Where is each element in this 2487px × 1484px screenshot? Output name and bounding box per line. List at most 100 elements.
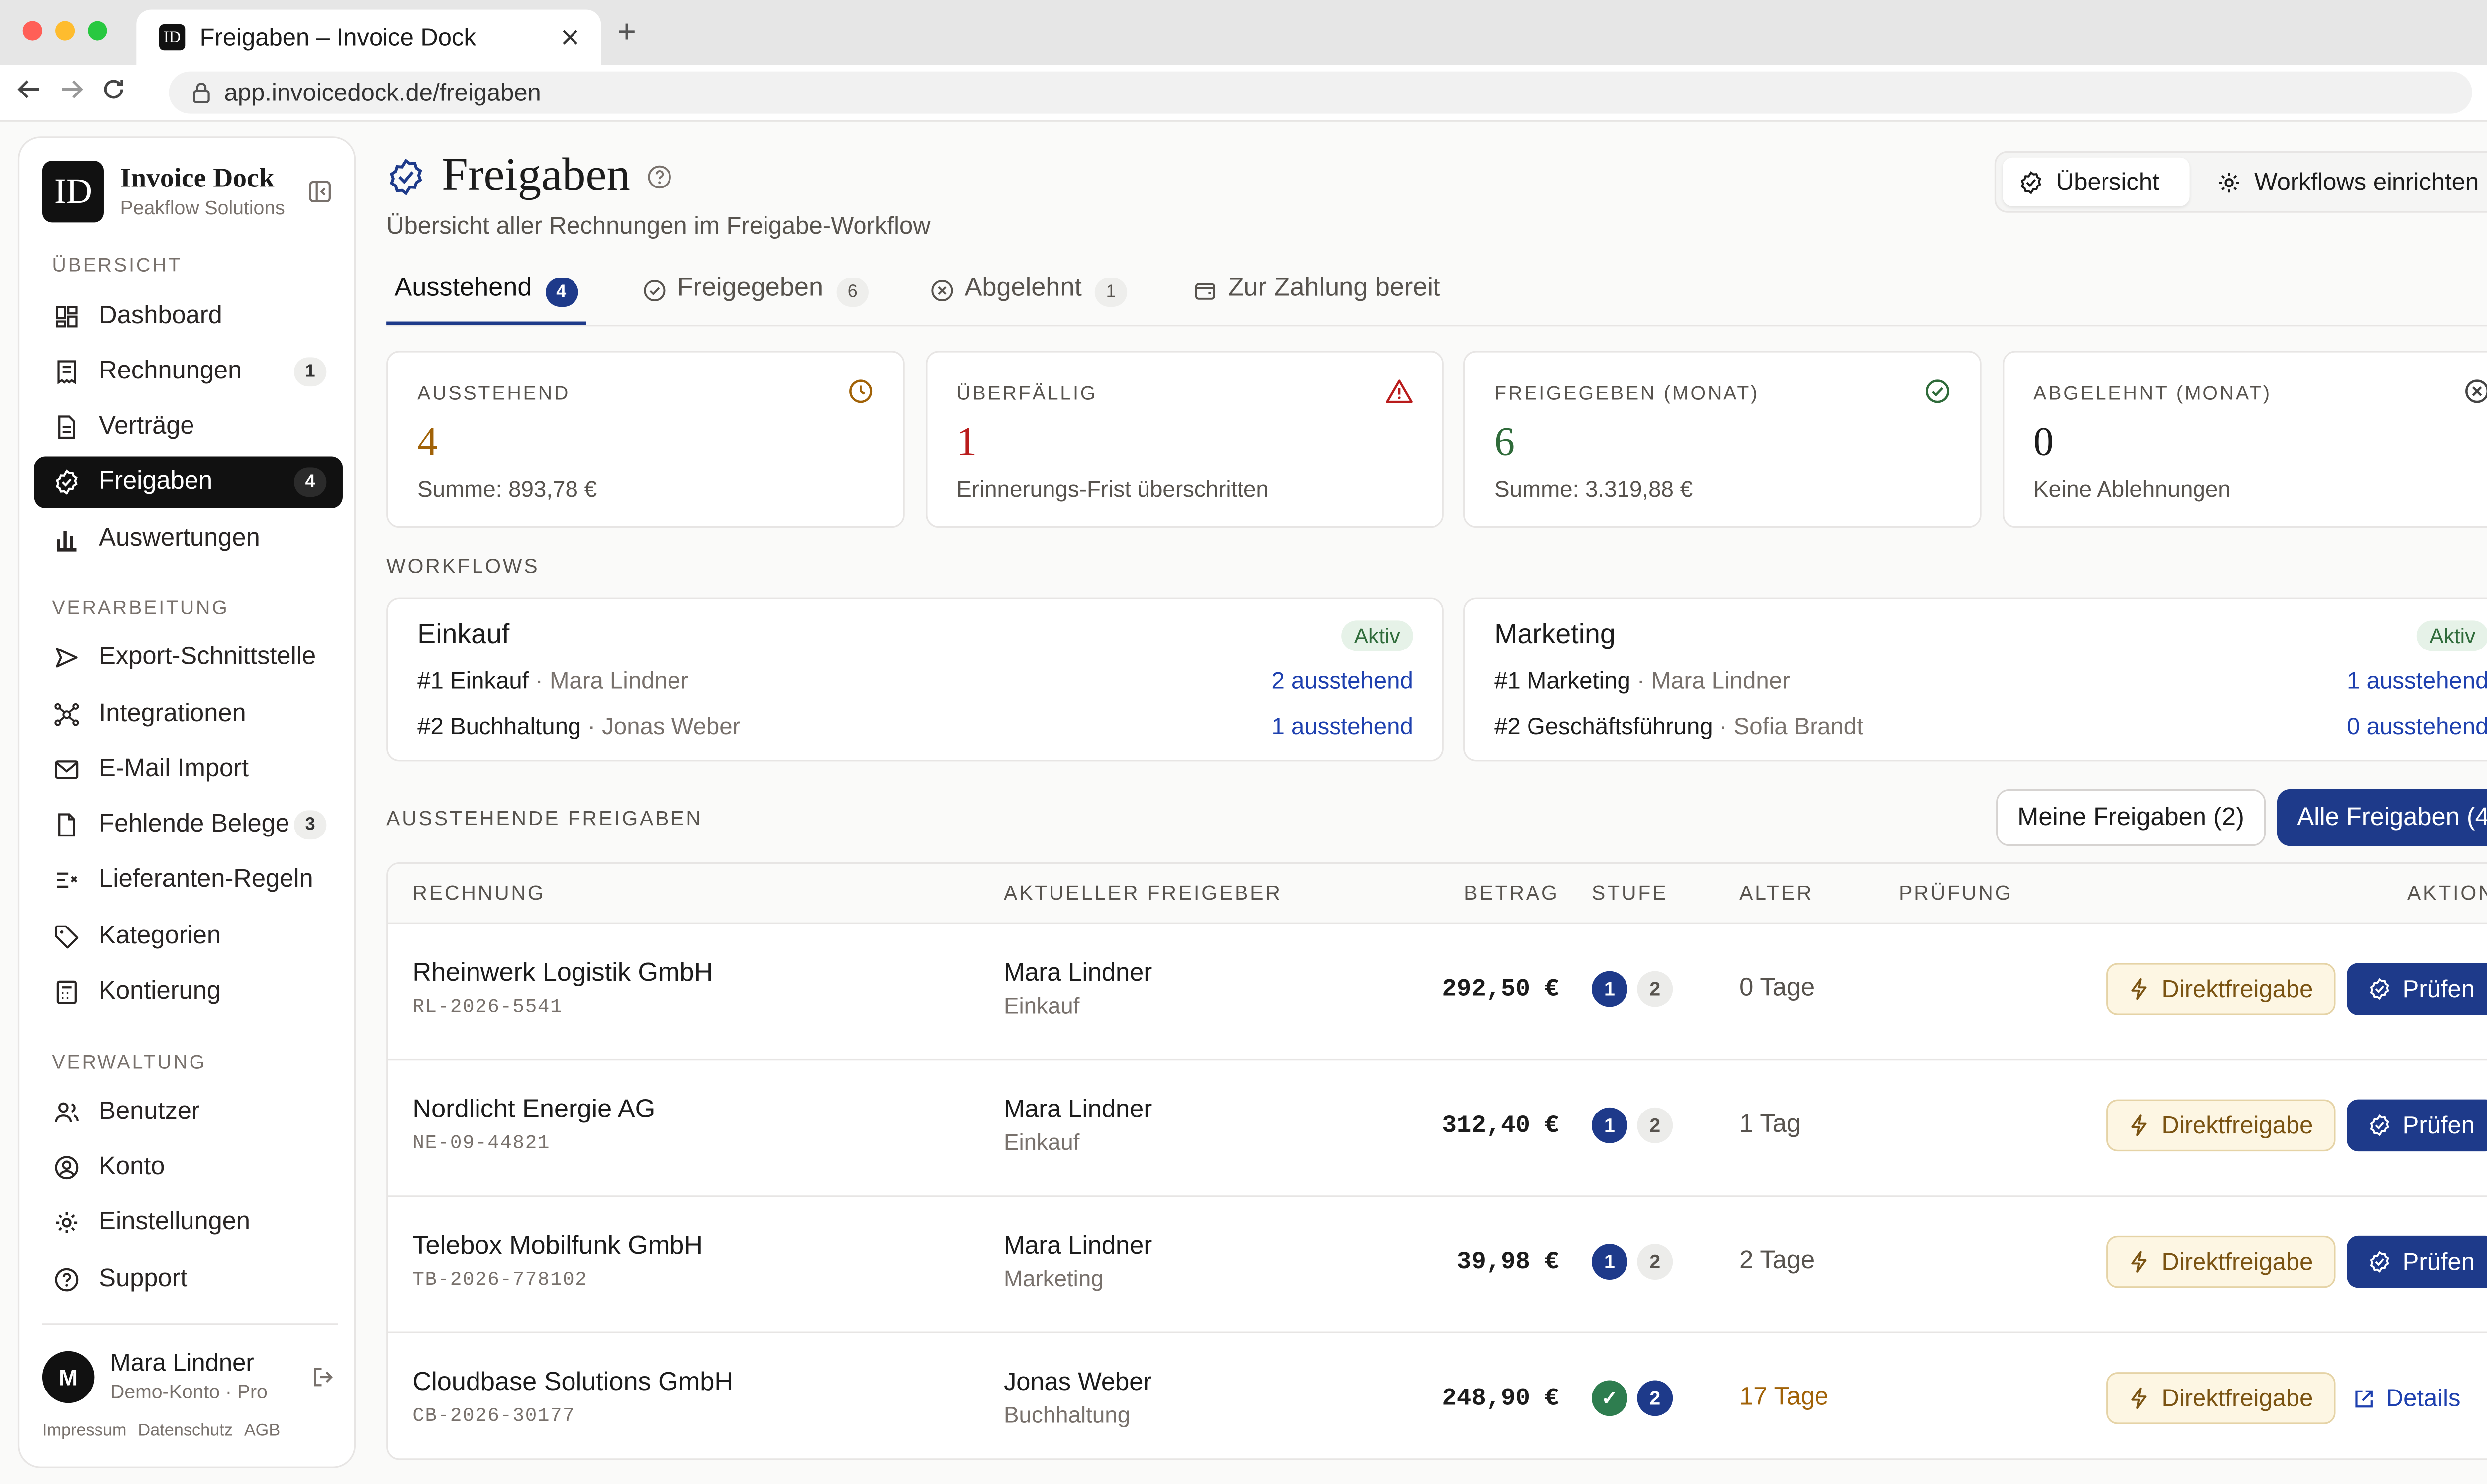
section-label-admin: VERWALTUNG bbox=[52, 1050, 207, 1074]
sidebar-item-kontierung[interactable]: Kontierung bbox=[34, 966, 343, 1018]
tab-zahlung-bereit[interactable]: Zur Zahlung bereit bbox=[1194, 275, 1440, 325]
sidebar-item-konto[interactable]: Konto bbox=[34, 1142, 343, 1194]
help-icon bbox=[54, 1267, 80, 1293]
approver-dept: Einkauf bbox=[1003, 1128, 1080, 1155]
table-row[interactable]: Telebox Mobilfunk GmbH TB-2026-778102 Mara… bbox=[388, 1195, 2487, 1333]
minimize-window-button[interactable] bbox=[55, 21, 75, 41]
sidebar-item-rechnungen[interactable]: Rechnungen 1 bbox=[34, 346, 343, 398]
sidebar-item-auswertungen[interactable]: Auswertungen bbox=[34, 513, 343, 565]
table-row[interactable]: Cloudbase Solutions GmbH CB-2026-30177 Jon… bbox=[388, 1332, 2487, 1459]
sidebar-item-e-mail-import[interactable]: E-Mail Import bbox=[34, 744, 343, 796]
sidebar-item-support[interactable]: Support bbox=[34, 1254, 343, 1305]
stat-card-rejected: ABGELEHNT (MONAT) 0 Keine Ablehnungen bbox=[2003, 351, 2487, 528]
step-person: · Sofia Brandt bbox=[1719, 714, 1864, 741]
url-text: app.invoicedock.de/freigaben bbox=[224, 79, 541, 106]
table-row[interactable]: Nordlicht Energie AG NE-09-44821 Mara Lind… bbox=[388, 1059, 2487, 1197]
network-icon bbox=[54, 702, 80, 728]
link-agb[interactable]: AGB bbox=[244, 1421, 280, 1440]
sidebar-item-export-schnittstelle[interactable]: Export-Schnittstelle bbox=[34, 632, 343, 683]
step-badge: 1 bbox=[1591, 1107, 1627, 1143]
sidebar-item-freigaben[interactable]: Freigaben 4 bbox=[34, 456, 343, 509]
step-pending-link[interactable]: 0 ausstehend bbox=[2347, 715, 2487, 741]
sidebar-item-benutzer[interactable]: Benutzer bbox=[34, 1086, 343, 1138]
workflow-card-einkauf[interactable]: Einkauf Aktiv #1 Einkauf · Mara Lindner … bbox=[386, 597, 1444, 762]
mail-icon bbox=[54, 757, 80, 783]
review-label: Prüfen bbox=[2402, 1248, 2475, 1276]
sidebar: ID Invoice Dock Peakflow Solutions ÜBERS… bbox=[17, 136, 356, 1468]
company-name: Telebox Mobilfunk GmbH bbox=[412, 1232, 703, 1260]
direct-approve-button[interactable]: Direktfreigabe bbox=[2106, 963, 2336, 1015]
my-approvals-button[interactable]: Meine Freigaben (2) bbox=[1996, 789, 2266, 846]
stat-value: 1 bbox=[957, 420, 977, 464]
invoice-id: NE-09-44821 bbox=[412, 1131, 551, 1155]
col-header-invoice: RECHNUNG bbox=[412, 882, 546, 905]
back-icon[interactable] bbox=[16, 76, 42, 102]
col-header-check: PRÜFUNG bbox=[1899, 882, 2013, 905]
badge-check-icon bbox=[54, 469, 80, 495]
direct-approve-button[interactable]: Direktfreigabe bbox=[2106, 1372, 2336, 1424]
step-pending-link[interactable]: 1 ausstehend bbox=[1271, 715, 1413, 741]
step-person: · Jonas Weber bbox=[587, 714, 741, 741]
sidebar-item-integrationen[interactable]: Integrationen bbox=[34, 688, 343, 740]
forward-icon[interactable] bbox=[59, 76, 85, 102]
invoice-id: TB-2026-778102 bbox=[412, 1268, 588, 1291]
sidebar-item-label: Integrationen bbox=[99, 700, 246, 728]
sidebar-item-einstellungen[interactable]: Einstellungen bbox=[34, 1197, 343, 1249]
user-profile[interactable]: M Mara Lindner Demo-Konto · Pro bbox=[42, 1349, 268, 1404]
count-badge: 1 bbox=[294, 357, 327, 387]
clock-icon bbox=[848, 378, 873, 404]
col-header-action: AKTION bbox=[2407, 882, 2487, 905]
col-header-amount: BETRAG bbox=[1464, 882, 1559, 905]
new-tab-icon[interactable]: + bbox=[617, 14, 636, 52]
logout-icon[interactable] bbox=[312, 1366, 335, 1389]
sidebar-item-verträge[interactable]: Verträge bbox=[34, 401, 343, 453]
review-button[interactable]: Prüfen bbox=[2347, 1235, 2487, 1288]
sidebar-item-label: Support bbox=[99, 1265, 188, 1293]
close-window-button[interactable] bbox=[22, 21, 42, 41]
all-approvals-button[interactable]: Alle Freigaben (4) bbox=[2277, 789, 2487, 846]
tab-label: Zur Zahlung bereit bbox=[1228, 274, 1440, 302]
sidebar-item-kategorien[interactable]: Kategorien bbox=[34, 911, 343, 963]
table-row[interactable]: Rheinwerk Logistik GmbH RL-2026-5541 Mara … bbox=[388, 923, 2487, 1061]
link-impressum[interactable]: Impressum bbox=[42, 1421, 127, 1440]
tab-abgelehnt[interactable]: Abgelehnt 1 bbox=[931, 275, 1128, 325]
lightning-icon bbox=[2129, 1114, 2148, 1137]
review-button[interactable]: Prüfen bbox=[2347, 1099, 2487, 1152]
maximize-window-button[interactable] bbox=[88, 21, 107, 41]
sidebar-item-dashboard[interactable]: Dashboard bbox=[34, 290, 343, 342]
step-name: #1 Einkauf bbox=[417, 669, 529, 695]
brand[interactable]: ID Invoice Dock Peakflow Solutions bbox=[42, 161, 285, 223]
workflow-card-marketing[interactable]: Marketing Aktiv #1 Marketing · Mara Lind… bbox=[1463, 597, 2487, 762]
sidebar-item-lieferanten-regeln[interactable]: Lieferanten-Regeln bbox=[34, 854, 343, 906]
step-badge: 2 bbox=[1637, 971, 1673, 1007]
sidebar-item-label: Dashboard bbox=[99, 302, 222, 330]
tab-label: Ausstehend bbox=[394, 274, 532, 302]
reload-icon[interactable] bbox=[100, 76, 126, 102]
setup-workflows-button[interactable]: Workflows einrichten bbox=[2200, 158, 2487, 206]
url-field[interactable]: app.invoicedock.de/freigaben bbox=[169, 71, 2472, 114]
review-button[interactable]: Prüfen bbox=[2347, 963, 2487, 1015]
sidebar-item-label: E-Mail Import bbox=[99, 755, 249, 783]
badge-check-icon bbox=[2369, 978, 2391, 1001]
link-datenschutz[interactable]: Datenschutz bbox=[138, 1421, 233, 1440]
details-link[interactable]: Details bbox=[2353, 1372, 2460, 1424]
tag-icon bbox=[54, 924, 80, 950]
direct-approve-button[interactable]: Direktfreigabe bbox=[2106, 1099, 2336, 1152]
help-icon[interactable] bbox=[646, 163, 672, 189]
col-header-approver: AKTUELLER FREIGEBER bbox=[1003, 882, 1282, 905]
workflow-step: #1 Einkauf · Mara Lindner 2 ausstehend bbox=[417, 669, 1413, 695]
close-tab-icon[interactable] bbox=[562, 29, 578, 46]
tab-freigegeben[interactable]: Freigegeben 6 bbox=[643, 275, 869, 325]
page-header: Freigaben bbox=[386, 149, 672, 203]
collapse-sidebar-icon[interactable] bbox=[308, 180, 331, 203]
overview-button[interactable]: Übersicht bbox=[2003, 157, 2190, 206]
step-pending-link[interactable]: 1 ausstehend bbox=[2347, 669, 2487, 695]
step-indicator: 12 bbox=[1591, 1107, 1673, 1143]
direct-approve-button[interactable]: Direktfreigabe bbox=[2106, 1235, 2336, 1288]
step-pending-link[interactable]: 2 ausstehend bbox=[1271, 669, 1413, 695]
browser-tab[interactable]: ID Freigaben – Invoice Dock bbox=[136, 9, 601, 65]
tab-ausstehend[interactable]: Ausstehend 4 bbox=[386, 274, 586, 325]
approver-dept: Einkauf bbox=[1003, 992, 1080, 1019]
amount: 312,40 € bbox=[1442, 1112, 1559, 1140]
sidebar-item-fehlende-belege[interactable]: Fehlende Belege 3 bbox=[34, 799, 343, 851]
